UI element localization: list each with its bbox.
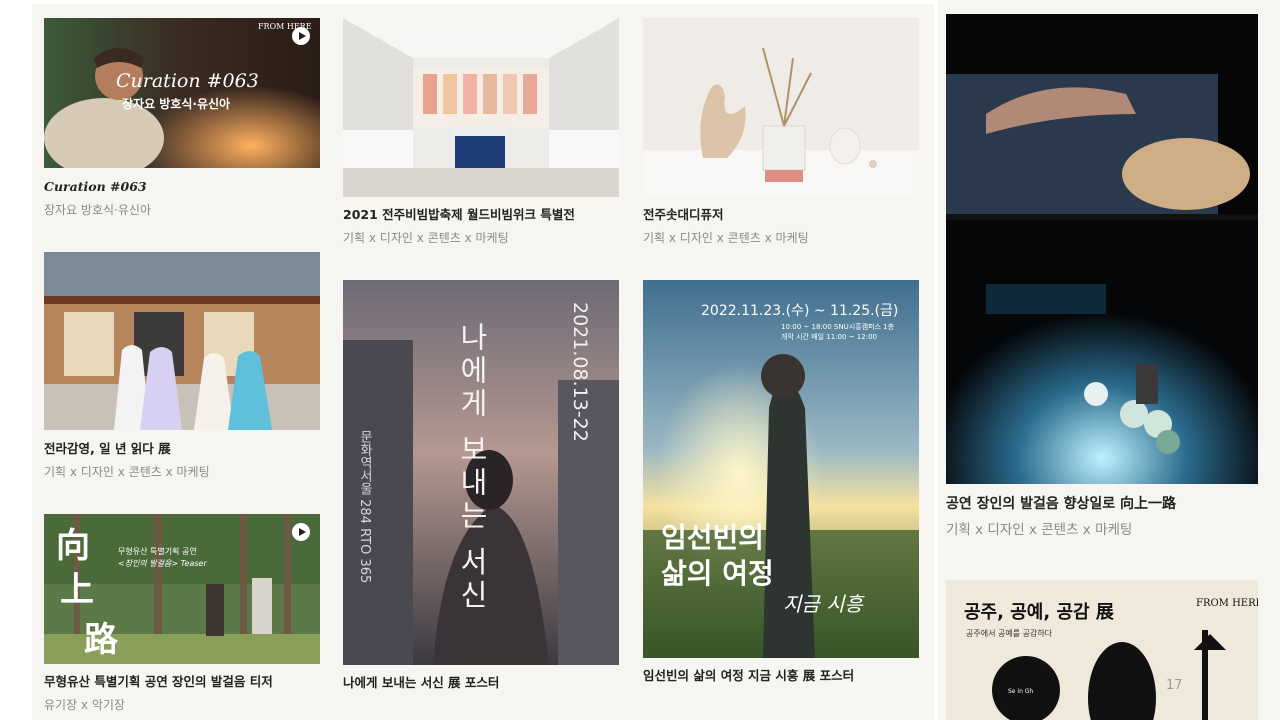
card-thumbnail-teaser: 向 上 路 무형유산 특별기획 공연 <장인의 발걸음> Teaser xyxy=(44,514,320,664)
card-thumbnail-curation: Curation #063 장자요 방호식·유신아 FROM HERE xyxy=(44,18,320,168)
poster-script: 지금 시흥 xyxy=(783,592,863,616)
card-subtitle: 기획 x 디자인 x 콘텐츠 x 마케팅 xyxy=(946,522,1133,538)
portfolio-card-jeolla-gamyeong[interactable]: 전라감영, 일 년 읽다 展 기획 x 디자인 x 콘텐츠 x 마케팅 xyxy=(44,252,320,482)
overlay-curation-title: Curation #063 xyxy=(116,70,259,92)
poster-hanja-3: 路 xyxy=(84,620,118,660)
portfolio-card-gongju-craft[interactable]: 공주, 공예, 공감 展 공주에서 공예를 공감하다 FROM HERE Se … xyxy=(946,580,1258,720)
play-icon[interactable] xyxy=(292,523,310,541)
from-here-logo: FROM HERE xyxy=(1196,598,1258,609)
card-thumbnail-poster-letter: 나에게 보내는 서신 2021.08.13-22 문화역서울 284 RTO 3… xyxy=(343,280,619,665)
thumbnail-image-diffuser xyxy=(643,18,919,197)
poster-info-2: 개막 시간 매일 11:00 ~ 12:00 xyxy=(781,333,877,341)
thumbnail-image-hanok-hanbok xyxy=(44,252,320,430)
card-subtitle: 유기장 x 악기장 xyxy=(44,698,125,712)
poster-small-text: Se in Gh xyxy=(1008,688,1034,695)
card-subtitle: 기획 x 디자인 x 콘텐츠 x 마케팅 xyxy=(44,465,210,479)
poster-date: 2022.11.23.(수) ~ 11.25.(금) xyxy=(701,303,899,319)
card-title: 전주솟대디퓨저 xyxy=(643,207,724,222)
card-title: 2021 전주비빔밥축제 월드비빔위크 특별전 xyxy=(343,207,575,222)
card-thumbnail-performance xyxy=(946,14,1258,484)
card-thumbnail-diffuser xyxy=(643,18,919,197)
thumbnail-image-craftsman-fire xyxy=(44,18,320,168)
portfolio-card-lim-seonbin[interactable]: 2022.11.23.(수) ~ 11.25.(금) 10:00 ~ 18:00… xyxy=(643,280,919,690)
page-number: 17 xyxy=(1166,678,1183,693)
poster-hanja-1: 向 xyxy=(56,526,90,566)
card-title: 전라감영, 일 년 읽다 展 xyxy=(44,441,171,456)
poster-date-vertical: 2021.08.13-22 xyxy=(569,302,591,442)
poster-side-text: 문화역서울 284 RTO 365 xyxy=(357,430,372,584)
card-title: 나에게 보내는 서신 展 포스터 xyxy=(343,675,500,690)
portfolio-card-diffuser[interactable]: 전주솟대디퓨저 기획 x 디자인 x 콘텐츠 x 마케팅 xyxy=(643,18,919,248)
poster-title-1: 임선빈의 xyxy=(661,521,765,554)
play-icon[interactable] xyxy=(292,27,310,45)
poster-info-1: 10:00 ~ 18:00 SNU시흥캠퍼스 1층 xyxy=(781,323,895,331)
card-title: 무형유산 특별기획 공연 장인의 발걸음 티저 xyxy=(44,674,273,689)
poster-caption: 공주에서 공예를 공감하다 xyxy=(966,629,1053,638)
poster-caption-2: <장인의 발걸음> Teaser xyxy=(118,559,207,568)
poster-title-vertical: 나에게 보내는 서신 xyxy=(455,322,489,613)
poster-caption-1: 무형유산 특별기획 공연 xyxy=(118,547,197,556)
poster-hanja-2: 上 xyxy=(60,570,94,610)
card-thumbnail-exhibition xyxy=(343,18,619,197)
poster-title: 공주, 공예, 공감 展 xyxy=(964,602,1114,623)
thumbnail-image-exhibition-hall xyxy=(343,18,619,197)
card-subtitle: 장자요 방호식·유신아 xyxy=(44,203,151,217)
card-title: 공연 장인의 발걸음 향상일로 向上一路 xyxy=(946,496,1177,512)
portfolio-card-performance[interactable]: 공연 장인의 발걸음 향상일로 向上一路 기획 x 디자인 x 콘텐츠 x 마케… xyxy=(946,14,1258,544)
card-thumbnail-hanok xyxy=(44,252,320,430)
card-subtitle: 기획 x 디자인 x 콘텐츠 x 마케팅 xyxy=(343,231,509,245)
poster-title-2: 삶의 여정 xyxy=(661,557,774,590)
portfolio-card-letter-to-me[interactable]: 나에게 보내는 서신 2021.08.13-22 문화역서울 284 RTO 3… xyxy=(343,280,619,694)
card-thumbnail-gongju-poster: 공주, 공예, 공감 展 공주에서 공예를 공감하다 FROM HERE Se … xyxy=(946,580,1258,720)
thumbnail-image-stage-performance xyxy=(946,14,1258,484)
card-thumbnail-poster-lim: 2022.11.23.(수) ~ 11.25.(금) 10:00 ~ 18:00… xyxy=(643,280,919,658)
card-title: Curation #063 xyxy=(44,179,147,194)
portfolio-card-teaser[interactable]: 向 上 路 무형유산 특별기획 공연 <장인의 발걸음> Teaser 무형유산… xyxy=(44,514,320,720)
portfolio-card-curation-063[interactable]: Curation #063 장자요 방호식·유신아 FROM HERE Cura… xyxy=(44,18,320,223)
portfolio-card-bibimbap-festival[interactable]: 2021 전주비빔밥축제 월드비빔위크 특별전 기획 x 디자인 x 콘텐츠 x… xyxy=(343,18,619,248)
card-subtitle: 기획 x 디자인 x 콘텐츠 x 마케팅 xyxy=(643,231,809,245)
overlay-curation-subtitle: 장자요 방호식·유신아 xyxy=(122,97,231,111)
card-title: 임선빈의 삶의 여정 지금 시흥 展 포스터 xyxy=(643,668,855,683)
